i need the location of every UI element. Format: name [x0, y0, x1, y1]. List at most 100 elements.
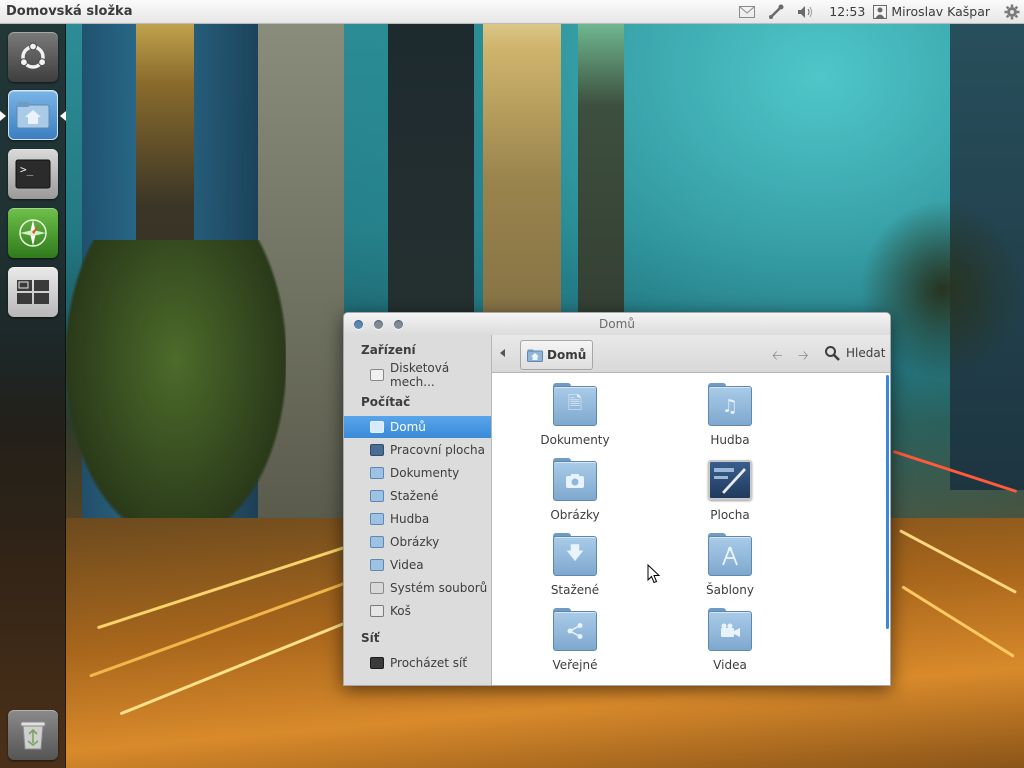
workspaces-icon [17, 280, 49, 304]
sidebar-item-documents[interactable]: Dokumenty [344, 462, 491, 484]
back-arrow-icon[interactable]: 🡠 [772, 347, 783, 369]
sidebar-item-downloads[interactable]: Stažené [344, 485, 491, 507]
desktop-icon [370, 444, 384, 456]
launcher-workspaces[interactable] [8, 267, 58, 317]
user-icon [873, 4, 888, 19]
floppy-icon [370, 369, 384, 381]
active-indicator [60, 111, 66, 121]
active-window-title: Domovská složka [6, 4, 133, 19]
trash-icon [20, 721, 46, 750]
forward-arrow-icon[interactable]: 🡢 [798, 347, 809, 369]
network-icon[interactable] [761, 0, 791, 24]
volume-icon[interactable] [791, 0, 821, 24]
search-label: Hledat [846, 346, 886, 360]
sidebar-item-filesystem[interactable]: Systém souborů [344, 577, 491, 599]
file-label: Stažené [550, 583, 600, 597]
home-folder-icon [527, 349, 543, 362]
trash-icon [370, 605, 384, 617]
file-item-desktop[interactable]: Plocha [675, 458, 785, 522]
sidebar-item-pictures[interactable]: Obrázky [344, 531, 491, 553]
toolbar: Domů 🡠 🡢 Hledat [492, 335, 890, 373]
desktop-folder-icon [708, 458, 752, 502]
user-menu[interactable]: Miroslav Kašpar [873, 4, 998, 19]
videos-folder-icon [370, 559, 384, 571]
file-label: Plocha [710, 508, 750, 522]
launcher-terminal[interactable]: >_ [8, 149, 58, 199]
file-label: Veřejné [552, 658, 598, 672]
breadcrumb-home[interactable]: Domů [520, 340, 594, 370]
terminal-icon: >_ [15, 159, 51, 189]
sidebar-header-devices: Zařízení [361, 343, 416, 357]
file-label: Videa [713, 658, 747, 672]
home-icon [370, 421, 384, 433]
launcher: >_ [0, 24, 66, 768]
filesystem-icon [370, 582, 384, 594]
music-folder-icon [370, 513, 384, 525]
vertical-scrollbar[interactable] [886, 375, 889, 629]
file-label: Hudba [710, 433, 750, 447]
wallpaper-foliage [66, 240, 286, 540]
sidebar-item-trash[interactable]: Koš [344, 600, 491, 622]
compass-icon [19, 219, 47, 247]
documents-folder-icon: 🗎 [553, 383, 597, 427]
sidebar-item-label: Hudba [390, 512, 430, 526]
file-item-videos[interactable]: Videa [675, 608, 785, 672]
sidebar-item-label: Disketová mech... [390, 361, 450, 389]
file-label: Šablony [706, 583, 754, 597]
gear-icon[interactable] [998, 0, 1024, 24]
sidebar-header-computer: Počítač [361, 395, 411, 409]
sidebar-item-floppy[interactable]: Disketová mech... [344, 361, 491, 389]
sidebar-item-label: Systém souborů [390, 581, 488, 595]
pictures-folder-icon [553, 458, 597, 502]
search-button[interactable]: Hledat [824, 345, 885, 361]
mail-icon[interactable] [733, 0, 761, 24]
sidebar-item-videos[interactable]: Videa [344, 554, 491, 576]
mouse-pointer-icon [647, 564, 661, 584]
sidebar-item-label: Stažené [390, 489, 439, 503]
window-titlebar[interactable]: Domů [344, 313, 890, 335]
dash-button[interactable] [8, 32, 58, 82]
clock[interactable]: 12:53 [821, 4, 873, 19]
file-item-templates[interactable]: Šablony [675, 533, 785, 597]
launcher-trash[interactable] [8, 710, 58, 760]
file-item-documents[interactable]: 🗎 Dokumenty [520, 383, 630, 447]
videos-folder-icon [708, 608, 752, 652]
file-label: Obrázky [550, 508, 600, 522]
sidebar-item-label: Pracovní plocha [390, 443, 485, 457]
launcher-home-folder[interactable] [8, 90, 58, 140]
breadcrumb-scroll-left-icon[interactable] [500, 349, 505, 357]
templates-folder-icon [708, 533, 752, 577]
running-indicator [0, 111, 6, 121]
panel-indicators: 12:53 Miroslav Kašpar [733, 0, 1024, 24]
user-name: Miroslav Kašpar [891, 4, 990, 19]
file-item-public[interactable]: Veřejné [520, 608, 630, 672]
home-folder-icon [16, 102, 50, 129]
downloads-folder-icon [370, 490, 384, 502]
documents-folder-icon [370, 467, 384, 479]
file-view: 🗎 Dokumenty ♫ Hudba Obrázky Plocha 🡇 Sta… [492, 373, 890, 685]
file-manager-window: Domů Zařízení Disketová mech... Počítač … [343, 312, 891, 686]
sidebar-item-music[interactable]: Hudba [344, 508, 491, 530]
file-item-pictures[interactable]: Obrázky [520, 458, 630, 522]
network-browse-icon [370, 657, 384, 669]
sidebar-item-desktop[interactable]: Pracovní plocha [344, 439, 491, 461]
file-label: Dokumenty [540, 433, 610, 447]
public-folder-icon [553, 608, 597, 652]
sidebar-item-label: Videa [390, 558, 424, 572]
sidebar-item-label: Dokumenty [390, 466, 460, 480]
sidebar-item-home[interactable]: Domů [344, 416, 491, 438]
file-item-music[interactable]: ♫ Hudba [675, 383, 785, 447]
sidebar-item-label: Domů [390, 420, 426, 434]
launcher-browser[interactable] [8, 208, 58, 258]
sidebar-item-label: Obrázky [390, 535, 440, 549]
top-panel: Domovská složka 12:53 Miroslav Kašpar [0, 0, 1024, 24]
window-title: Domů [599, 317, 635, 331]
svg-text:>_: >_ [20, 163, 34, 176]
file-item-downloads[interactable]: 🡇 Stažené [520, 533, 630, 597]
sidebar-item-browse-network[interactable]: Procházet síť [344, 652, 491, 674]
sidebar-item-label: Koš [390, 604, 411, 618]
downloads-folder-icon: 🡇 [553, 533, 597, 577]
search-icon [825, 346, 840, 361]
music-folder-icon: ♫ [708, 383, 752, 427]
sidebar: Zařízení Disketová mech... Počítač Domů … [344, 335, 492, 685]
